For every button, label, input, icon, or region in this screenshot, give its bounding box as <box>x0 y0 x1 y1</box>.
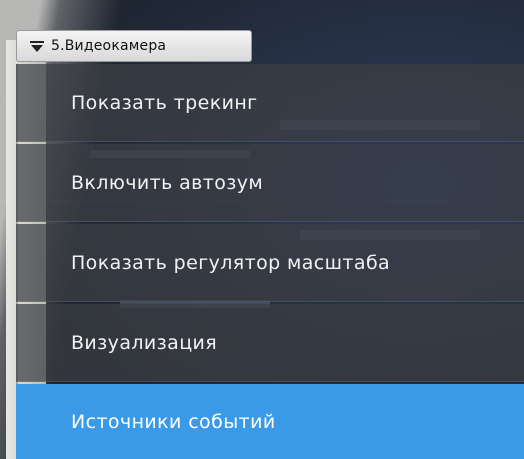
menu-item-label: Показать регулятор масштаба <box>71 251 391 274</box>
menu-item-visualization[interactable]: Визуализация <box>16 304 524 382</box>
menu-item-show-zoom-control[interactable]: Показать регулятор масштаба <box>16 224 524 302</box>
menu-item-enable-autozoom[interactable]: Включить автозум <box>16 144 524 222</box>
camera-title-button[interactable]: 5.Видеокамера <box>16 30 252 62</box>
menu-item-label: Показать трекинг <box>71 91 258 114</box>
menu-item-label: Визуализация <box>71 331 218 354</box>
menu-item-show-tracking[interactable]: Показать трекинг <box>16 64 524 142</box>
menu-item-label: Включить автозум <box>71 171 264 194</box>
camera-context-menu: Показать трекинг Включить автозум Показа… <box>16 64 524 459</box>
camera-title-label: 5.Видеокамера <box>51 38 167 54</box>
chevron-down-icon <box>29 38 45 54</box>
menu-item-label: Источники событий <box>71 410 276 433</box>
menu-item-event-sources[interactable]: Источники событий <box>16 384 524 459</box>
